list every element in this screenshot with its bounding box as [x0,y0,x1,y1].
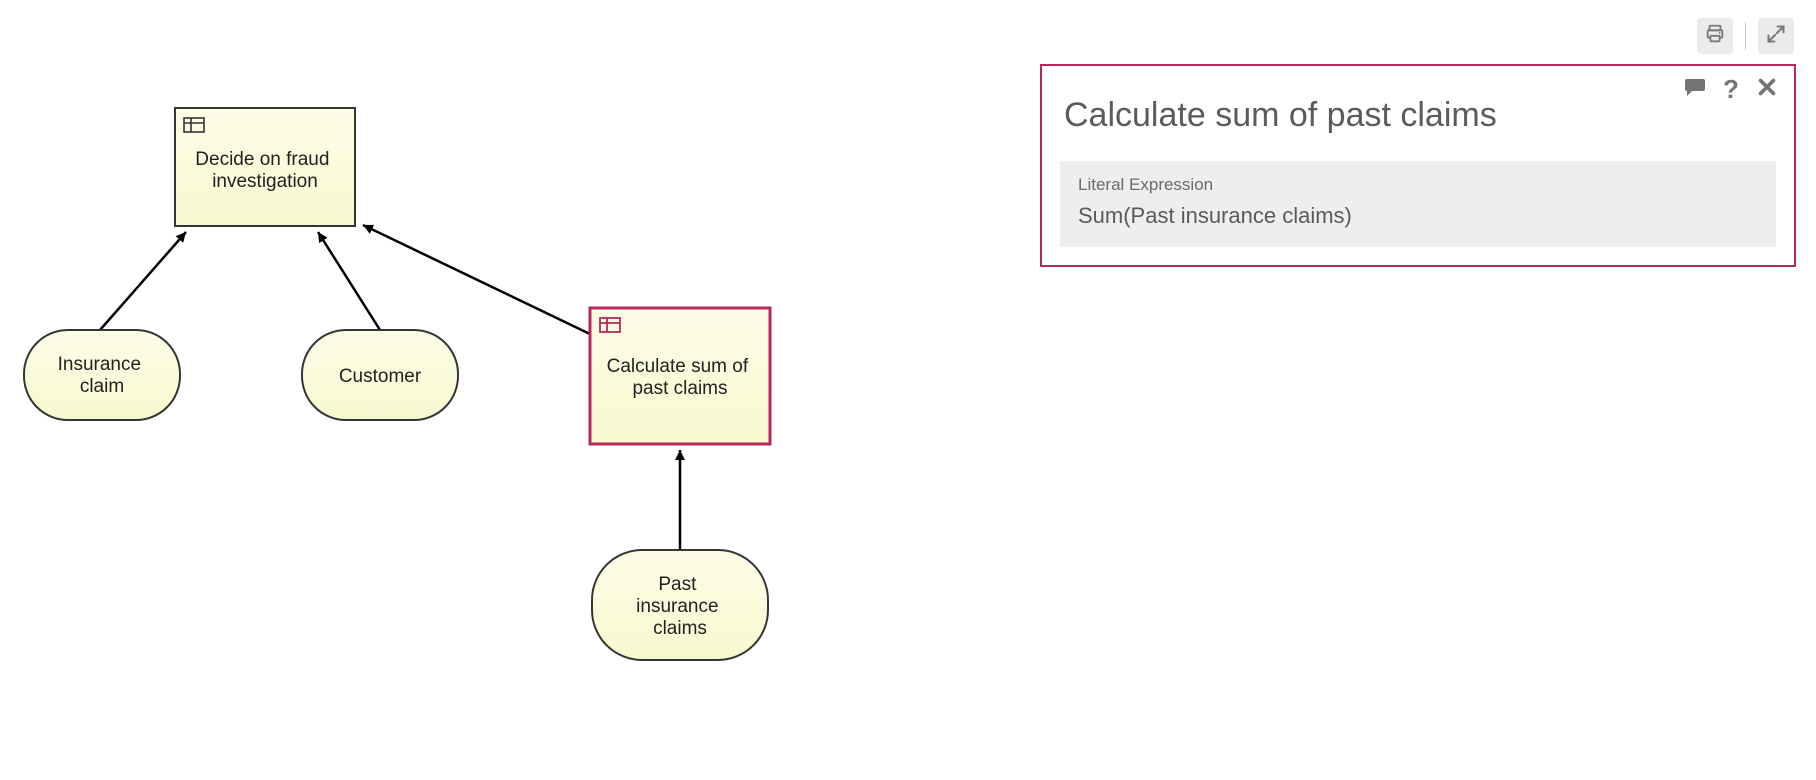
top-toolbar [1697,18,1794,54]
expand-button[interactable] [1758,18,1794,54]
comment-button[interactable] [1682,76,1708,102]
node-calculate-sum[interactable]: Calculate sum of past claims [590,308,770,444]
help-button[interactable]: ? [1718,76,1744,102]
print-icon [1704,23,1726,50]
node-insurance-claim[interactable]: Insurance claim [24,330,180,420]
details-panel: ? Calculate sum of past claims Literal E… [1040,64,1796,267]
node-past-claims[interactable]: Past insurance claims [592,550,768,660]
edge-calc-to-decide [363,225,592,335]
edge-customer-to-decide [318,232,380,330]
expand-icon [1766,24,1786,49]
panel-actions: ? [1682,76,1780,102]
edge-claim-to-decide [100,232,186,330]
expression-type-label: Literal Expression [1078,175,1758,195]
dmn-diagram-canvas[interactable]: Decide on fraud investigation Calculate … [0,0,1000,780]
toolbar-divider [1745,22,1746,50]
print-button[interactable] [1697,18,1733,54]
comment-icon [1683,75,1707,104]
node-label: Decide on fraud investigation [195,149,334,192]
node-decide-fraud[interactable]: Decide on fraud investigation [175,108,355,226]
close-icon [1756,76,1778,103]
help-icon: ? [1723,74,1739,105]
close-button[interactable] [1754,76,1780,102]
expression-value: Sum(Past insurance claims) [1078,203,1758,229]
node-customer[interactable]: Customer [302,330,458,420]
node-label: Customer [339,366,422,387]
expression-box[interactable]: Literal Expression Sum(Past insurance cl… [1060,161,1776,247]
panel-title: Calculate sum of past claims [1064,96,1776,135]
